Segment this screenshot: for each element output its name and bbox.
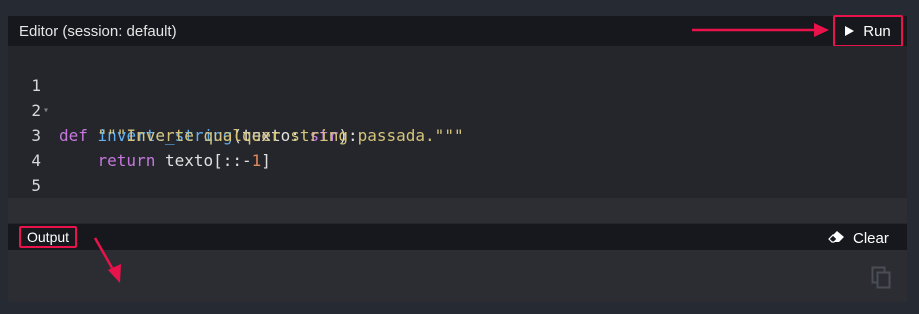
arrow-to-output-icon [93,237,121,283]
annotation-arrows [93,23,829,283]
arrow-to-run-icon [692,23,829,37]
